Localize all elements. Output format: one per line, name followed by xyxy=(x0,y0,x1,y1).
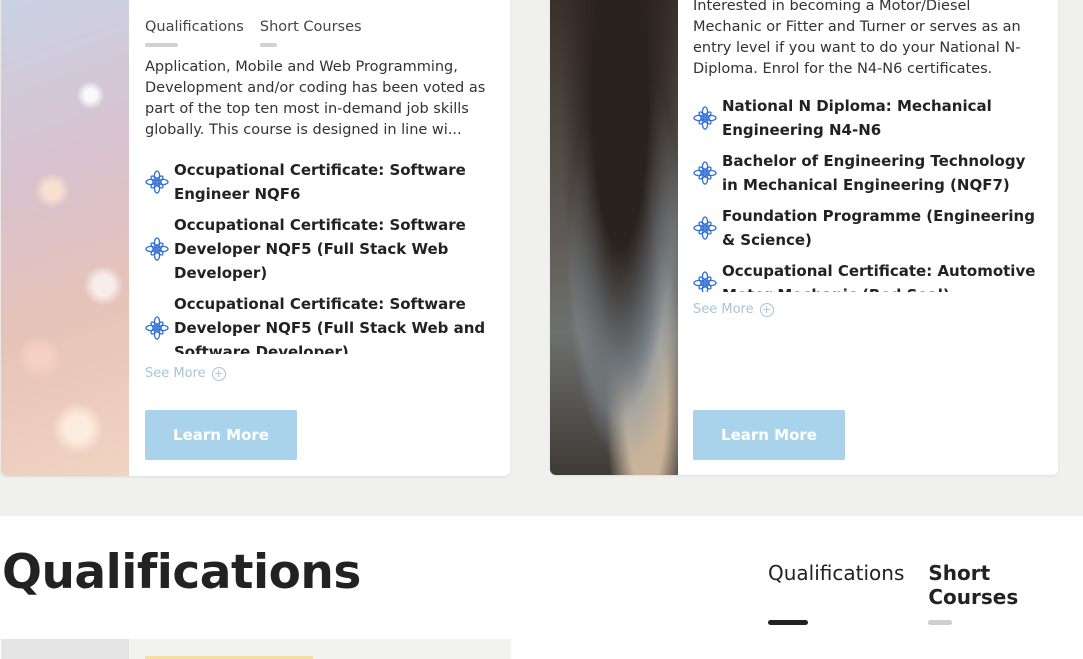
section-tabs: Qualifications Short Courses xyxy=(768,561,1083,625)
asterisk-flower-icon xyxy=(145,170,173,194)
asterisk-flower-icon xyxy=(693,106,721,130)
tab-indicator-active xyxy=(768,620,808,625)
qualification-title: Occupational Certificate: Software Engin… xyxy=(174,161,466,203)
tab-label: Qualifications xyxy=(768,561,905,585)
see-more-link[interactable]: See More + xyxy=(693,302,774,317)
card-body: Qualifications Short Courses Application… xyxy=(145,0,494,476)
asterisk-flower-icon xyxy=(693,271,721,292)
section-title: Qualifications xyxy=(2,545,361,600)
tab-short-courses[interactable]: Short Courses xyxy=(259,19,362,47)
learn-more-button[interactable]: Learn More xyxy=(145,410,297,460)
plus-circle-icon: + xyxy=(759,302,774,317)
qualification-item[interactable]: Bachelor of Engineering Technology in Me… xyxy=(693,149,1042,197)
qualification-list: Occupational Certificate: Software Engin… xyxy=(145,158,494,354)
qualification-title: Foundation Programme (Engineering & Scie… xyxy=(722,207,1035,249)
card-body: Interested in becoming a Motor/Diesel Me… xyxy=(693,0,1042,475)
card-tabs: Qualifications Short Courses xyxy=(145,19,362,47)
qualification-title: National N Diploma: Mechanical Engineeri… xyxy=(722,97,992,139)
tab-indicator xyxy=(928,620,953,625)
course-description: Application, Mobile and Web Programming,… xyxy=(145,59,486,138)
course-image xyxy=(1,0,129,476)
asterisk-flower-icon xyxy=(693,216,721,240)
qualification-item[interactable]: Occupational Certificate: Software Devel… xyxy=(145,213,494,285)
course-description: Interested in becoming a Motor/Diesel Me… xyxy=(693,0,1021,77)
qualification-item[interactable]: Occupational Certificate: Automotive Mot… xyxy=(693,259,1042,292)
plus-circle-icon: + xyxy=(211,366,226,381)
tab-label: Qualifications xyxy=(145,19,244,35)
course-card-software: Qualifications Short Courses Application… xyxy=(1,0,510,476)
qualification-title: Occupational Certificate: Software Devel… xyxy=(174,295,486,354)
course-image xyxy=(1,639,129,659)
qualification-title: Occupational Certificate: Software Devel… xyxy=(174,216,466,282)
tab-indicator xyxy=(145,43,178,47)
tab-qualifications[interactable]: Qualifications xyxy=(768,561,905,625)
see-more-label: See More xyxy=(693,302,754,317)
tab-qualifications[interactable]: Qualifications xyxy=(145,19,244,47)
qualification-list: National N Diploma: Mechanical Engineeri… xyxy=(693,94,1042,292)
qualification-item[interactable]: National N Diploma: Mechanical Engineeri… xyxy=(693,94,1042,142)
tab-label: Short Courses xyxy=(259,19,362,35)
tab-label: Short Courses xyxy=(928,561,1019,609)
qualification-title: Bachelor of Engineering Technology in Me… xyxy=(722,152,1026,194)
course-card-mechanical: Interested in becoming a Motor/Diesel Me… xyxy=(550,0,1058,475)
asterisk-flower-icon xyxy=(693,161,721,185)
see-more-label: See More xyxy=(145,366,206,381)
learn-more-button[interactable]: Learn More xyxy=(693,410,845,460)
tab-short-courses[interactable]: Short Courses xyxy=(928,561,1083,625)
asterisk-flower-icon xyxy=(145,237,173,261)
asterisk-flower-icon xyxy=(145,316,173,340)
qualification-item[interactable]: Foundation Programme (Engineering & Scie… xyxy=(693,204,1042,252)
see-more-link[interactable]: See More + xyxy=(145,366,226,381)
course-card-partial xyxy=(1,639,511,659)
qualification-title: Occupational Certificate: Automotive Mot… xyxy=(722,262,1036,292)
qualification-item[interactable]: Occupational Certificate: Software Devel… xyxy=(145,292,494,354)
tab-indicator xyxy=(259,43,277,47)
qualification-item[interactable]: Occupational Certificate: Software Engin… xyxy=(145,158,494,206)
course-image xyxy=(550,0,678,475)
